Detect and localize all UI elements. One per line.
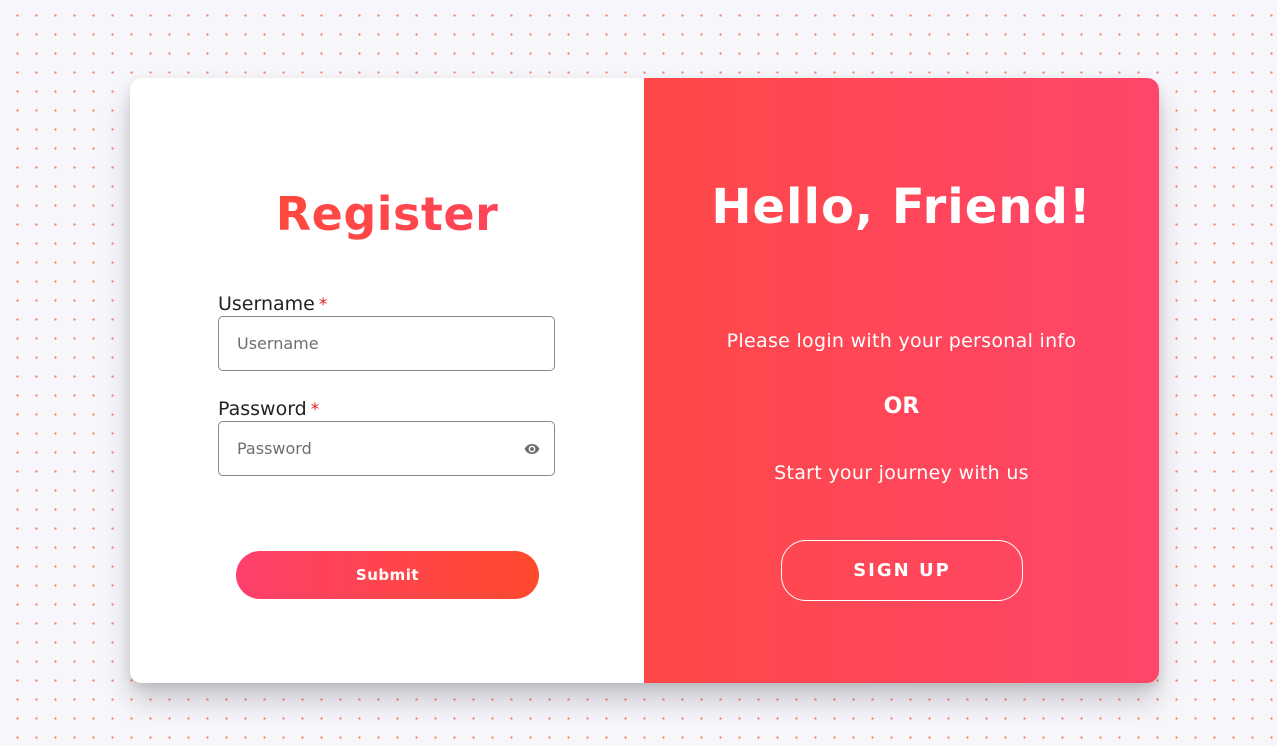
password-field-box (218, 421, 555, 476)
username-field-box (218, 316, 555, 371)
welcome-title: Hello, Friend! (711, 179, 1092, 235)
eye-icon[interactable] (522, 441, 542, 457)
register-card: Register Username* Password* Submit Hell… (130, 78, 1159, 683)
welcome-panel: Hello, Friend! Please login with your pe… (644, 78, 1159, 683)
register-title: Register (130, 184, 644, 244)
register-panel: Register Username* Password* Submit (130, 78, 644, 683)
submit-button[interactable]: Submit (236, 551, 539, 599)
password-input[interactable] (219, 422, 507, 475)
username-required-marker: * (318, 295, 328, 315)
journey-text: Start your journey with us (774, 462, 1029, 484)
or-divider-text: OR (883, 394, 920, 419)
login-info-text: Please login with your personal info (726, 330, 1077, 352)
username-label-text: Username (218, 293, 315, 315)
username-label: Username * (218, 292, 327, 317)
username-input[interactable] (219, 317, 507, 370)
sign-up-button[interactable]: SIGN UP (781, 540, 1023, 601)
password-label: Password * (218, 397, 319, 422)
password-label-text: Password (218, 398, 307, 420)
password-required-marker: * (310, 400, 320, 420)
